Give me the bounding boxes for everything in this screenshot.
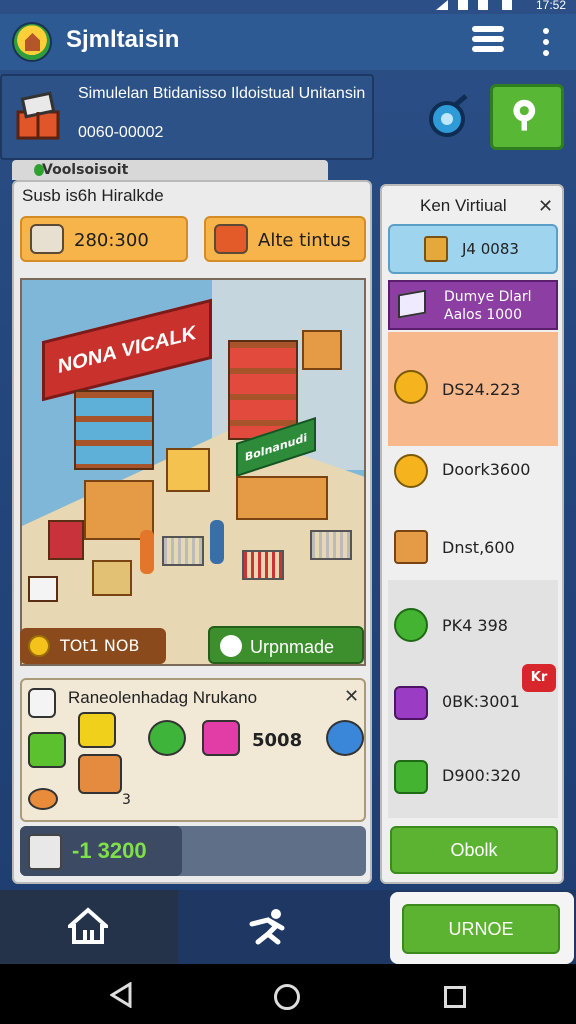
more-options-icon[interactable]: [540, 28, 552, 60]
coin-stack-icon: [28, 788, 58, 810]
crate-icon[interactable]: [78, 754, 122, 794]
purple-box-icon[interactable]: [202, 720, 240, 756]
green-orb-icon: [394, 608, 428, 642]
purple-box-icon: [394, 686, 428, 720]
store-sign: NONA VICALK: [42, 298, 212, 402]
coin-icon: [394, 454, 428, 488]
offer-banner[interactable]: Dumye Dlarl Aalos 1000: [388, 280, 558, 330]
green-box-icon[interactable]: [28, 732, 66, 768]
counter: [236, 476, 328, 520]
app-title: Sjmltaisin: [66, 26, 180, 53]
crate: [166, 448, 210, 492]
shopping-cart: [162, 536, 204, 566]
close-icon[interactable]: ✕: [344, 686, 359, 707]
resource-value: DS24.223: [442, 380, 521, 399]
location-pin-button[interactable]: [490, 84, 564, 150]
resource-row[interactable]: D900:320: [388, 742, 558, 818]
upgrade-button[interactable]: Urpnmade: [208, 626, 364, 664]
crate: [92, 560, 132, 596]
coin-icon: [394, 370, 428, 404]
wifi-icon: [458, 0, 468, 10]
simulation-title: Simulelan Btidanisso Ildoistual Unitansi…: [78, 85, 366, 102]
crate: [28, 576, 58, 602]
resource-value: Dnst,600: [442, 538, 515, 557]
shopping-cart: [310, 530, 352, 560]
resource-value: Doork3600: [442, 460, 531, 479]
gift-box-icon: [398, 289, 426, 319]
budget-value: -1 3200: [72, 838, 147, 863]
cash-register-icon: [16, 91, 60, 140]
pin-icon: [513, 99, 536, 131]
register-icon: [30, 224, 64, 254]
simulation-id: 0060-00002: [78, 124, 164, 141]
resource-value: 0BK:3001: [442, 692, 520, 711]
inventory-title: Raneolenhadag Nrukano: [68, 688, 258, 707]
upgrade-button-label: Urpnmade: [250, 637, 335, 657]
building-icon: [28, 834, 62, 870]
battery-icon: [502, 0, 512, 10]
box-icon: [394, 530, 428, 564]
shopping-cart: [242, 550, 284, 580]
customer-figure: [140, 530, 154, 574]
shop-icon: [214, 224, 248, 254]
timer-icon: [220, 635, 242, 657]
running-figure-icon[interactable]: [246, 906, 290, 946]
new-badge: Kr: [522, 664, 556, 692]
virtual-stat[interactable]: J4 0083: [388, 224, 558, 274]
store-section-title: Susb is6h Hiralkde: [22, 186, 164, 205]
resource-value: PK4 398: [442, 616, 508, 635]
crate: [302, 330, 342, 370]
upgrade-nav-button[interactable]: URNOE: [402, 904, 560, 954]
back-icon[interactable]: [110, 982, 132, 1008]
status-bar: 17:52: [0, 0, 576, 14]
app-logo-icon: [12, 22, 52, 62]
green-box-icon: [394, 760, 428, 794]
compass-icon[interactable]: [424, 92, 474, 142]
virtual-panel-title: Ken Virtiual: [420, 196, 507, 215]
resource-row[interactable]: DS24.223: [388, 332, 558, 446]
coin-icon: [28, 635, 50, 657]
register-icon: [28, 688, 56, 718]
virtual-stat-value: J4 0083: [462, 240, 519, 258]
inventory-count: 5008: [252, 730, 303, 751]
menu-icon[interactable]: [472, 26, 504, 58]
system-home-icon[interactable]: [274, 984, 300, 1010]
customer-figure: [210, 520, 224, 564]
status-time: 17:52: [535, 0, 566, 12]
signal-icon: [436, 0, 448, 10]
close-icon[interactable]: ✕: [538, 196, 553, 217]
plant-icon: [424, 236, 448, 262]
total-value: TOt1 NOB: [60, 636, 140, 655]
speech-bubble-icon[interactable]: [148, 720, 186, 756]
crate: [48, 520, 84, 560]
total-label: TOt1 NOB: [20, 628, 166, 664]
inventory-panel: Raneolenhadag Nrukano ✕ 5008 3: [20, 678, 366, 822]
revenue-value: 280:300: [74, 230, 149, 251]
location-marker-icon[interactable]: [326, 720, 364, 756]
inventory-quantity: 3: [122, 792, 131, 808]
resource-row[interactable]: PK4 398: [388, 580, 558, 668]
home-icon[interactable]: [68, 906, 108, 946]
open-button[interactable]: Obolk: [390, 826, 558, 874]
status-dot-icon: [34, 164, 44, 176]
status-chip-label: Alte tintus: [258, 230, 351, 251]
notification-icon: [478, 0, 488, 10]
store-scene[interactable]: NONA VICALK Bolnanudi: [20, 278, 366, 666]
yellow-tag-icon[interactable]: [78, 712, 116, 748]
resource-value: D900:320: [442, 766, 521, 785]
resource-row[interactable]: Doork3600: [388, 446, 558, 506]
offer-banner-label: Dumye Dlarl Aalos 1000: [444, 289, 532, 323]
balance-tag: Voolsoisoit: [12, 160, 328, 180]
revenue-chip[interactable]: 280:300: [20, 216, 188, 262]
status-chip[interactable]: Alte tintus: [204, 216, 366, 262]
recent-apps-icon[interactable]: [444, 986, 466, 1008]
resource-row[interactable]: Dnst,600: [388, 506, 558, 580]
shelf: [74, 390, 154, 470]
